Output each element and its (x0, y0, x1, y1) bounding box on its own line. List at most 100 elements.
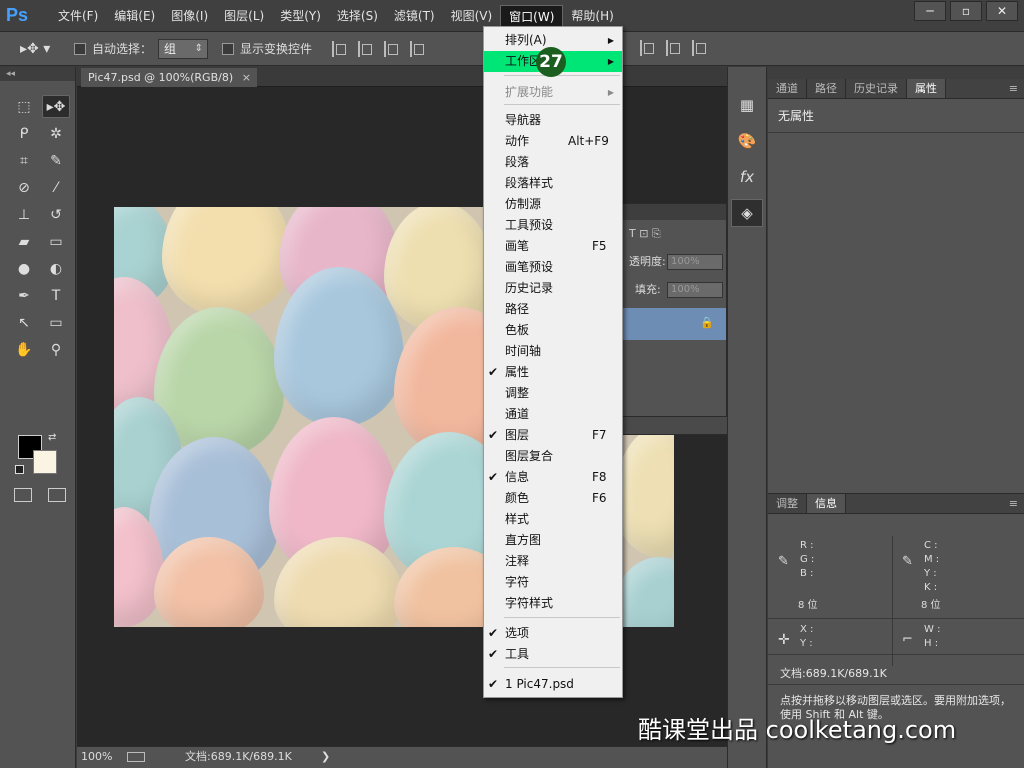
crop-tool-icon[interactable]: ⌗ (10, 149, 38, 172)
window-menu-item[interactable]: ✔ 1 Pic47.psd (484, 674, 622, 695)
window-menu-item[interactable]: 时间轴 (484, 341, 622, 362)
history-brush-tool-icon[interactable]: ↺ (42, 203, 70, 226)
magic-wand-tool-icon[interactable]: ✲ (42, 122, 70, 145)
panel-menu-icon[interactable]: ≡ (1009, 79, 1018, 99)
navigator-panel-icon[interactable]: ▦ (731, 91, 763, 119)
menu-6[interactable]: 滤镜(T) (386, 5, 443, 27)
zoom-tool-icon[interactable]: ⚲ (42, 338, 70, 361)
window-menu-item[interactable]: ✔ 图层 F7 (484, 425, 622, 446)
menu-7[interactable]: 视图(V) (443, 5, 501, 27)
status-info-icon[interactable] (127, 752, 145, 762)
window-menu-item[interactable]: 字符样式 (484, 593, 622, 614)
info-tab-0[interactable]: 调整 (768, 494, 807, 513)
move-tool-icon[interactable]: ▸✥ (42, 95, 70, 118)
rgb-eyedropper-icon[interactable]: ✎ (778, 554, 789, 569)
move-tool-preset-icon[interactable]: ▸✥ ▾ (20, 41, 60, 57)
cmyk-eyedropper-icon[interactable]: ✎ (902, 554, 913, 569)
menu-2[interactable]: 图像(I) (163, 5, 216, 27)
window-menu-item[interactable]: ✔ 信息 F8 (484, 467, 622, 488)
maximize-button[interactable]: ▫ (950, 1, 982, 21)
window-menu-item[interactable]: 颜色 F6 (484, 488, 622, 509)
window-menu-item[interactable]: 历史记录 (484, 278, 622, 299)
quick-mask-icon[interactable] (14, 488, 32, 502)
toolbox-collapse-icon[interactable]: ◂◂ (0, 67, 75, 81)
swap-colors-icon[interactable]: ⇄ (48, 432, 56, 443)
fill-field[interactable]: 100% (667, 282, 723, 298)
show-transform-checkbox[interactable] (222, 42, 235, 55)
properties-tab-0[interactable]: 通道 (768, 79, 807, 98)
gradient-tool-icon[interactable]: ▭ (42, 230, 70, 253)
pen-tool-icon[interactable]: ✒ (10, 284, 38, 307)
distribute-hcenter-icon[interactable] (640, 40, 658, 56)
zoom-level[interactable]: 100% (81, 747, 112, 767)
align-top-icon[interactable] (332, 40, 350, 57)
menu-9[interactable]: 帮助(H) (563, 5, 621, 27)
styles-panel-icon[interactable]: fx (731, 163, 763, 191)
window-menu-item[interactable]: 通道 (484, 404, 622, 425)
window-menu-item[interactable]: 画笔预设 (484, 257, 622, 278)
path-selection-tool-icon[interactable]: ↖ (10, 311, 38, 334)
hand-tool-icon[interactable]: ✋ (10, 338, 38, 361)
window-menu-item[interactable]: ✔ 工具 (484, 644, 622, 665)
document-tab-close-icon[interactable]: × (242, 68, 251, 87)
window-menu-item[interactable]: 样式 (484, 509, 622, 530)
eyedropper-tool-icon[interactable]: ✎ (42, 149, 70, 172)
window-menu-item[interactable]: 仿制源 (484, 194, 622, 215)
menu-4[interactable]: 类型(Y) (272, 5, 329, 27)
auto-select-checkbox[interactable] (74, 42, 86, 55)
window-menu-item[interactable]: 段落样式 (484, 173, 622, 194)
window-menu-item[interactable]: 工具预设 (484, 215, 622, 236)
menu-8[interactable]: 窗口(W) (500, 4, 564, 27)
window-menu-item[interactable]: ✔ 属性 (484, 362, 622, 383)
window-menu-item[interactable]: 色板 (484, 320, 622, 341)
window-menu-item[interactable]: 图层复合 (484, 446, 622, 467)
swatches-panel-icon[interactable]: 🎨 (731, 127, 763, 155)
layers-panel-icon[interactable]: ◈ (731, 199, 763, 227)
window-menu-item[interactable]: 注释 (484, 551, 622, 572)
properties-tab-2[interactable]: 历史记录 (846, 79, 907, 98)
window-menu-item[interactable]: 路径 (484, 299, 622, 320)
window-menu-item[interactable]: 段落 (484, 152, 622, 173)
clone-stamp-tool-icon[interactable]: ⊥ (10, 203, 38, 226)
dodge-tool-icon[interactable]: ◐ (42, 257, 70, 280)
menu-0[interactable]: 文件(F) (50, 5, 106, 27)
close-button[interactable]: ✕ (986, 1, 1018, 21)
marquee-tool-icon[interactable]: ⬚ (10, 95, 38, 118)
auto-align-icon[interactable] (692, 40, 710, 56)
auto-select-dropdown[interactable]: 组 (158, 38, 209, 59)
menu-1[interactable]: 编辑(E) (106, 5, 163, 27)
properties-tab-1[interactable]: 路径 (807, 79, 846, 98)
type-tool-icon[interactable]: T (42, 284, 70, 307)
minimize-button[interactable]: ─ (914, 1, 946, 21)
default-colors-icon[interactable] (15, 465, 24, 474)
window-menu-item[interactable]: ✔ 选项 (484, 623, 622, 644)
window-menu-item[interactable]: 导航器 (484, 110, 622, 131)
window-menu-item[interactable]: 动作 Alt+F9 (484, 131, 622, 152)
properties-tab-3[interactable]: 属性 (907, 79, 946, 98)
healing-brush-tool-icon[interactable]: ⊘ (10, 176, 38, 199)
align-bottom-icon[interactable] (384, 40, 402, 57)
info-panel-menu-icon[interactable]: ≡ (1009, 494, 1018, 514)
document-tab[interactable]: Pic47.psd @ 100%(RGB/8) × (81, 68, 257, 87)
align-vcenter-icon[interactable] (358, 40, 376, 57)
selected-layer-row[interactable]: 🔒 (623, 308, 726, 340)
align-left-icon[interactable] (410, 40, 428, 57)
window-menu-item[interactable]: 调整 (484, 383, 622, 404)
status-menu-arrow-icon[interactable]: ❯ (321, 747, 330, 767)
opacity-field[interactable]: 100% (667, 254, 723, 270)
window-menu-item[interactable]: 画笔 F5 (484, 236, 622, 257)
distribute-right-icon[interactable] (666, 40, 684, 56)
background-color-swatch[interactable] (33, 450, 57, 474)
screen-mode-icon[interactable] (48, 488, 66, 502)
window-menu-item[interactable]: 直方图 (484, 530, 622, 551)
menu-3[interactable]: 图层(L) (216, 5, 272, 27)
menu-5[interactable]: 选择(S) (329, 5, 386, 27)
rectangle-tool-icon[interactable]: ▭ (42, 311, 70, 334)
blur-tool-icon[interactable]: ● (10, 257, 38, 280)
brush-tool-icon[interactable]: ⁄ (42, 176, 70, 199)
info-tab-1[interactable]: 信息 (807, 494, 846, 513)
no-properties-label: 无属性 (768, 99, 1024, 133)
lasso-tool-icon[interactable]: ᑭ (10, 122, 38, 145)
eraser-tool-icon[interactable]: ▰ (10, 230, 38, 253)
window-menu-item[interactable]: 字符 (484, 572, 622, 593)
